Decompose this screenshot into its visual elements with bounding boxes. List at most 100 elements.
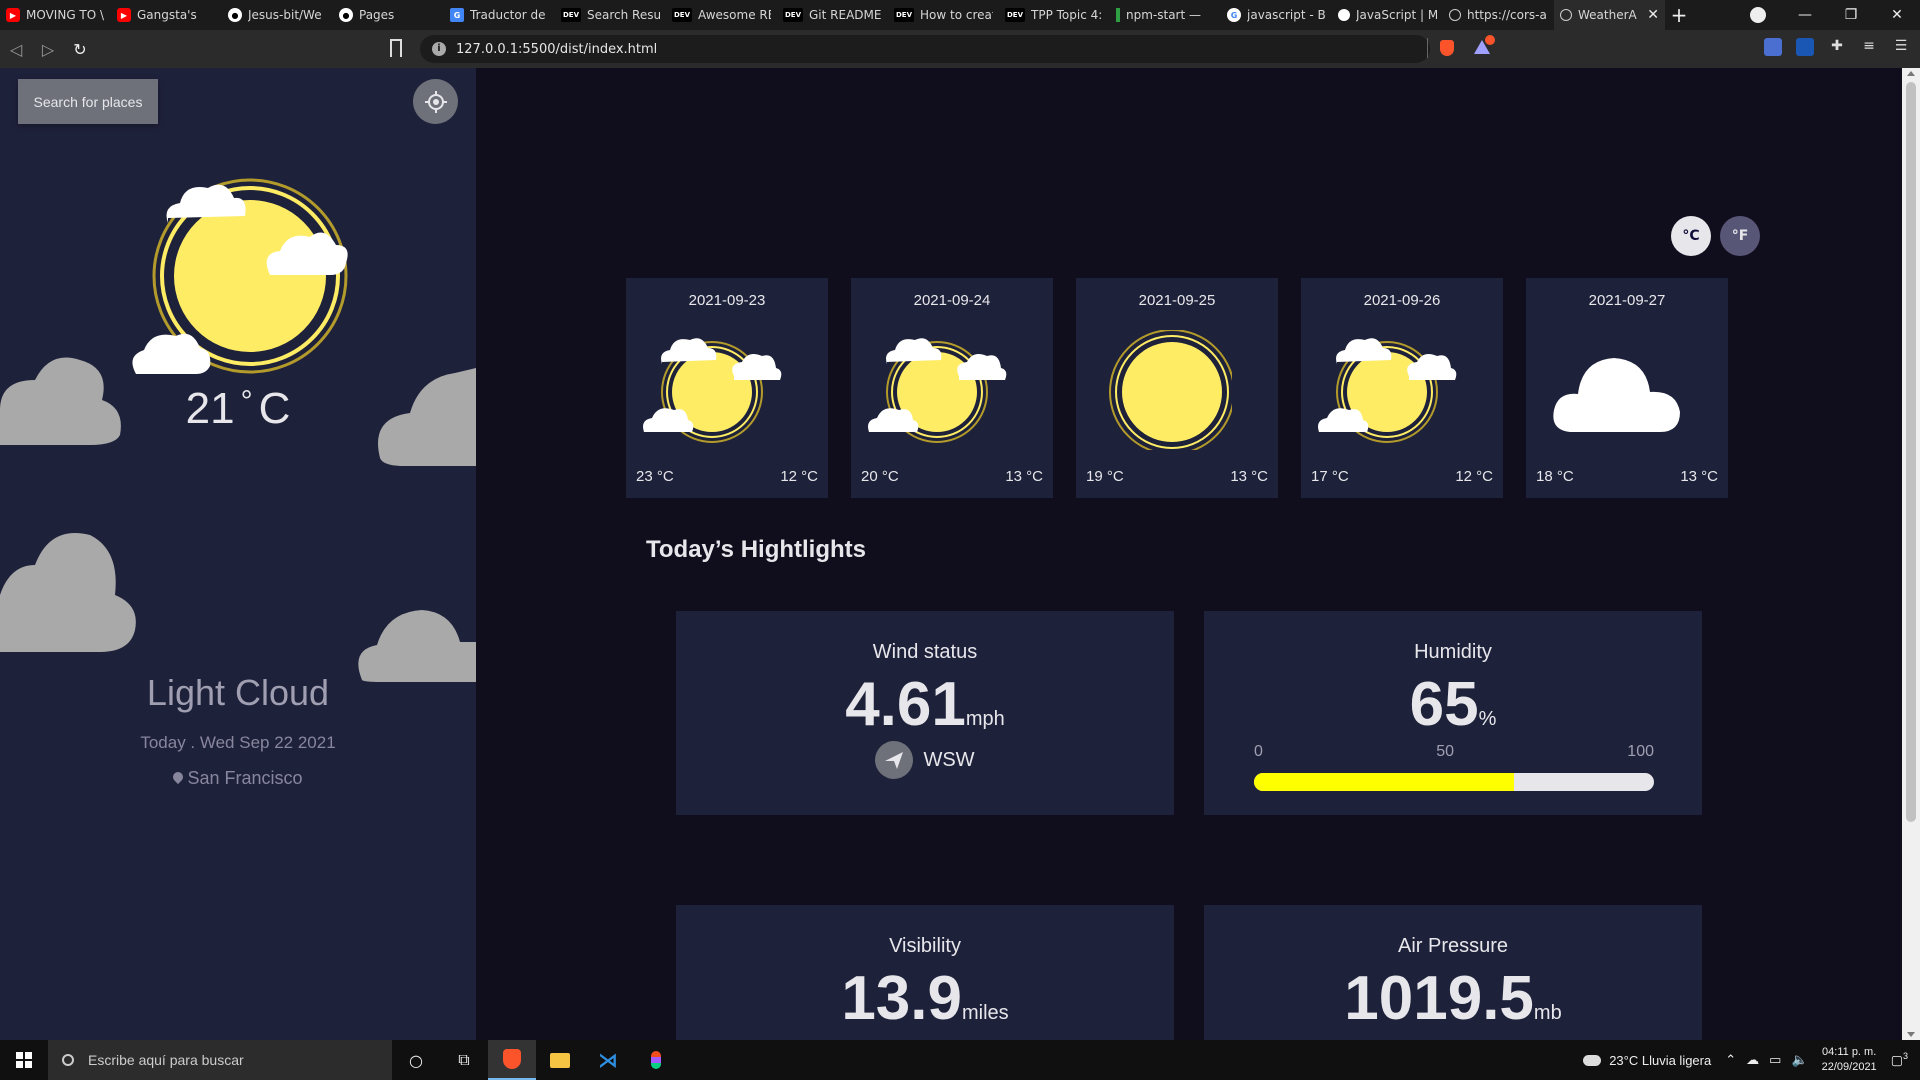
restore-icon[interactable]: ❐: [1828, 7, 1874, 23]
url-field[interactable]: i 127.0.0.1:5500/dist/index.html: [420, 35, 1430, 63]
wind-unit: mph: [965, 708, 1005, 730]
notification-icon[interactable]: ▢3: [1891, 1051, 1908, 1068]
tab-title: Pages: [359, 8, 395, 22]
tab-3[interactable]: ● Pages: [333, 0, 444, 30]
temperature-unit: C: [258, 384, 291, 433]
dev-icon: DEV: [672, 8, 692, 22]
current-date: Today . Wed Sep 22 2021: [140, 733, 336, 752]
weather-widget-icon[interactable]: [1583, 1054, 1602, 1066]
wind-status-card: Wind status 4.61mph WSW: [676, 611, 1174, 815]
forecast-max-temp: 18 °C: [1536, 468, 1574, 485]
tab-11[interactable]: Gjavascript - Bi: [1221, 0, 1332, 30]
tab-4[interactable]: G Traductor de (: [444, 0, 555, 30]
tab-title: Search Result: [587, 8, 660, 22]
tab-12[interactable]: JavaScript | M: [1332, 0, 1443, 30]
fahrenheit-button[interactable]: °F: [1720, 216, 1760, 256]
onedrive-icon[interactable]: ☁: [1746, 1052, 1759, 1068]
location-pin-icon: [171, 769, 186, 785]
main-content: °C °F 2021-09-23 23 °C 12 °C 2021-09-24: [476, 68, 1902, 1040]
humidity-value: 65: [1409, 670, 1479, 739]
forecast-date: 2021-09-24: [913, 292, 991, 309]
tab-8[interactable]: DEV How to create: [888, 0, 999, 30]
playlist-icon[interactable]: ≡: [1860, 38, 1878, 56]
humidity-progress-fill: [1254, 773, 1514, 791]
clock[interactable]: 04:11 p. m. 22/09/2021: [1822, 1045, 1877, 1075]
highlights-title: Today’s Hightlights: [646, 536, 866, 563]
card-title: Wind status: [872, 641, 978, 663]
weather-widget-label[interactable]: 23°C Lluvia ligera: [1609, 1053, 1711, 1068]
file-explorer-icon[interactable]: [536, 1040, 584, 1080]
url-text: 127.0.0.1:5500/dist/index.html: [456, 41, 658, 57]
light-cloud-icon: [868, 338, 1007, 443]
address-bar-row: ◁ ▷ ↻ i 127.0.0.1:5500/dist/index.html ✚…: [0, 30, 1920, 68]
current-temperature: 21 ° C: [0, 384, 476, 434]
page-scrollbar[interactable]: [1902, 68, 1920, 1040]
profile-icon[interactable]: [1750, 7, 1766, 23]
wind-direction-icon: [875, 741, 914, 779]
close-tab-icon[interactable]: ✕: [1647, 7, 1659, 23]
humidity-unit: %: [1478, 708, 1497, 730]
menu-icon[interactable]: ☰: [1892, 38, 1910, 56]
youtube-icon: ▶: [6, 8, 20, 22]
cortana-icon[interactable]: ○: [392, 1040, 440, 1080]
sidebar: Search for places 21 ° C Light Cloud Today…: [0, 68, 476, 1040]
tab-7[interactable]: DEV Git README F: [777, 0, 888, 30]
network-icon[interactable]: ▭: [1769, 1052, 1781, 1068]
scale-label: 50: [1436, 743, 1454, 760]
brave-browser-icon[interactable]: [488, 1040, 536, 1080]
temperature-value: 21: [185, 384, 235, 433]
brave-shield-icon[interactable]: [1440, 40, 1454, 56]
start-button[interactable]: [0, 1040, 48, 1080]
forward-icon[interactable]: ▷: [32, 40, 64, 59]
dev-icon: DEV: [1005, 8, 1025, 22]
forecast-min-temp: 12 °C: [780, 468, 818, 485]
task-view-icon[interactable]: ⧉: [440, 1040, 488, 1080]
reload-icon[interactable]: ↻: [64, 40, 96, 59]
wind-direction: WSW: [676, 741, 1174, 779]
tab-2[interactable]: ● Jesus-bit/We: [222, 0, 333, 30]
tab-title: https://cors-a: [1467, 8, 1547, 22]
github-icon: ●: [339, 8, 353, 22]
pressure-value: 1019.5: [1344, 964, 1534, 1033]
forecast-max-temp: 17 °C: [1311, 468, 1349, 485]
figma-icon[interactable]: [632, 1040, 680, 1080]
back-icon[interactable]: ◁: [0, 40, 32, 59]
github-icon: ●: [228, 8, 242, 22]
translate-extension-icon[interactable]: [1764, 38, 1782, 56]
extension-icon[interactable]: [1796, 38, 1814, 56]
new-tab-button[interactable]: +: [1665, 3, 1693, 27]
search-places-button[interactable]: Search for places: [18, 79, 158, 124]
taskbar-search[interactable]: Escribe aquí para buscar: [48, 1040, 392, 1080]
air-pressure-card: Air Pressure 1019.5mb: [1204, 905, 1702, 1040]
scroll-down-icon[interactable]: [1907, 1032, 1915, 1037]
scrollbar-thumb[interactable]: [1906, 82, 1916, 822]
globe-icon: [1449, 9, 1461, 21]
wind-direction-label: WSW: [923, 748, 975, 771]
celsius-button[interactable]: °C: [1671, 216, 1711, 256]
tab-title: WeatherA: [1578, 8, 1637, 22]
volume-icon[interactable]: 🔈: [1791, 1052, 1807, 1068]
tab-14-active[interactable]: WeatherA ✕: [1554, 0, 1665, 30]
my-location-button[interactable]: [413, 79, 458, 124]
tab-title: javascript - Bi: [1247, 8, 1326, 22]
chevron-up-icon[interactable]: ⌃: [1725, 1052, 1736, 1068]
tab-10[interactable]: npm-start —: [1110, 0, 1221, 30]
site-info-icon[interactable]: i: [432, 42, 446, 56]
minimize-icon[interactable]: —: [1782, 7, 1828, 23]
tab-title: TPP Topic 4: S: [1031, 8, 1104, 22]
tab-13[interactable]: https://cors-a: [1443, 0, 1554, 30]
bookmark-icon[interactable]: [390, 39, 402, 57]
close-window-icon[interactable]: ✕: [1874, 7, 1920, 23]
forecast-card: 2021-09-23 23 °C 12 °C: [626, 278, 828, 498]
forecast-min-temp: 12 °C: [1455, 468, 1493, 485]
puzzle-icon[interactable]: ✚: [1828, 38, 1846, 56]
tab-5[interactable]: DEV Search Result: [555, 0, 666, 30]
tab-9[interactable]: DEV TPP Topic 4: S: [999, 0, 1110, 30]
tab-6[interactable]: DEV Awesome REA: [666, 0, 777, 30]
vscode-icon[interactable]: ⋊: [584, 1040, 632, 1080]
tab-0[interactable]: ▶ MOVING TO \: [0, 0, 111, 30]
tab-1[interactable]: ▶ Gangsta's: [111, 0, 222, 30]
visibility-value: 13.9: [841, 964, 962, 1033]
scroll-up-icon[interactable]: [1907, 71, 1915, 76]
humidity-progress-bar: [1254, 773, 1654, 791]
